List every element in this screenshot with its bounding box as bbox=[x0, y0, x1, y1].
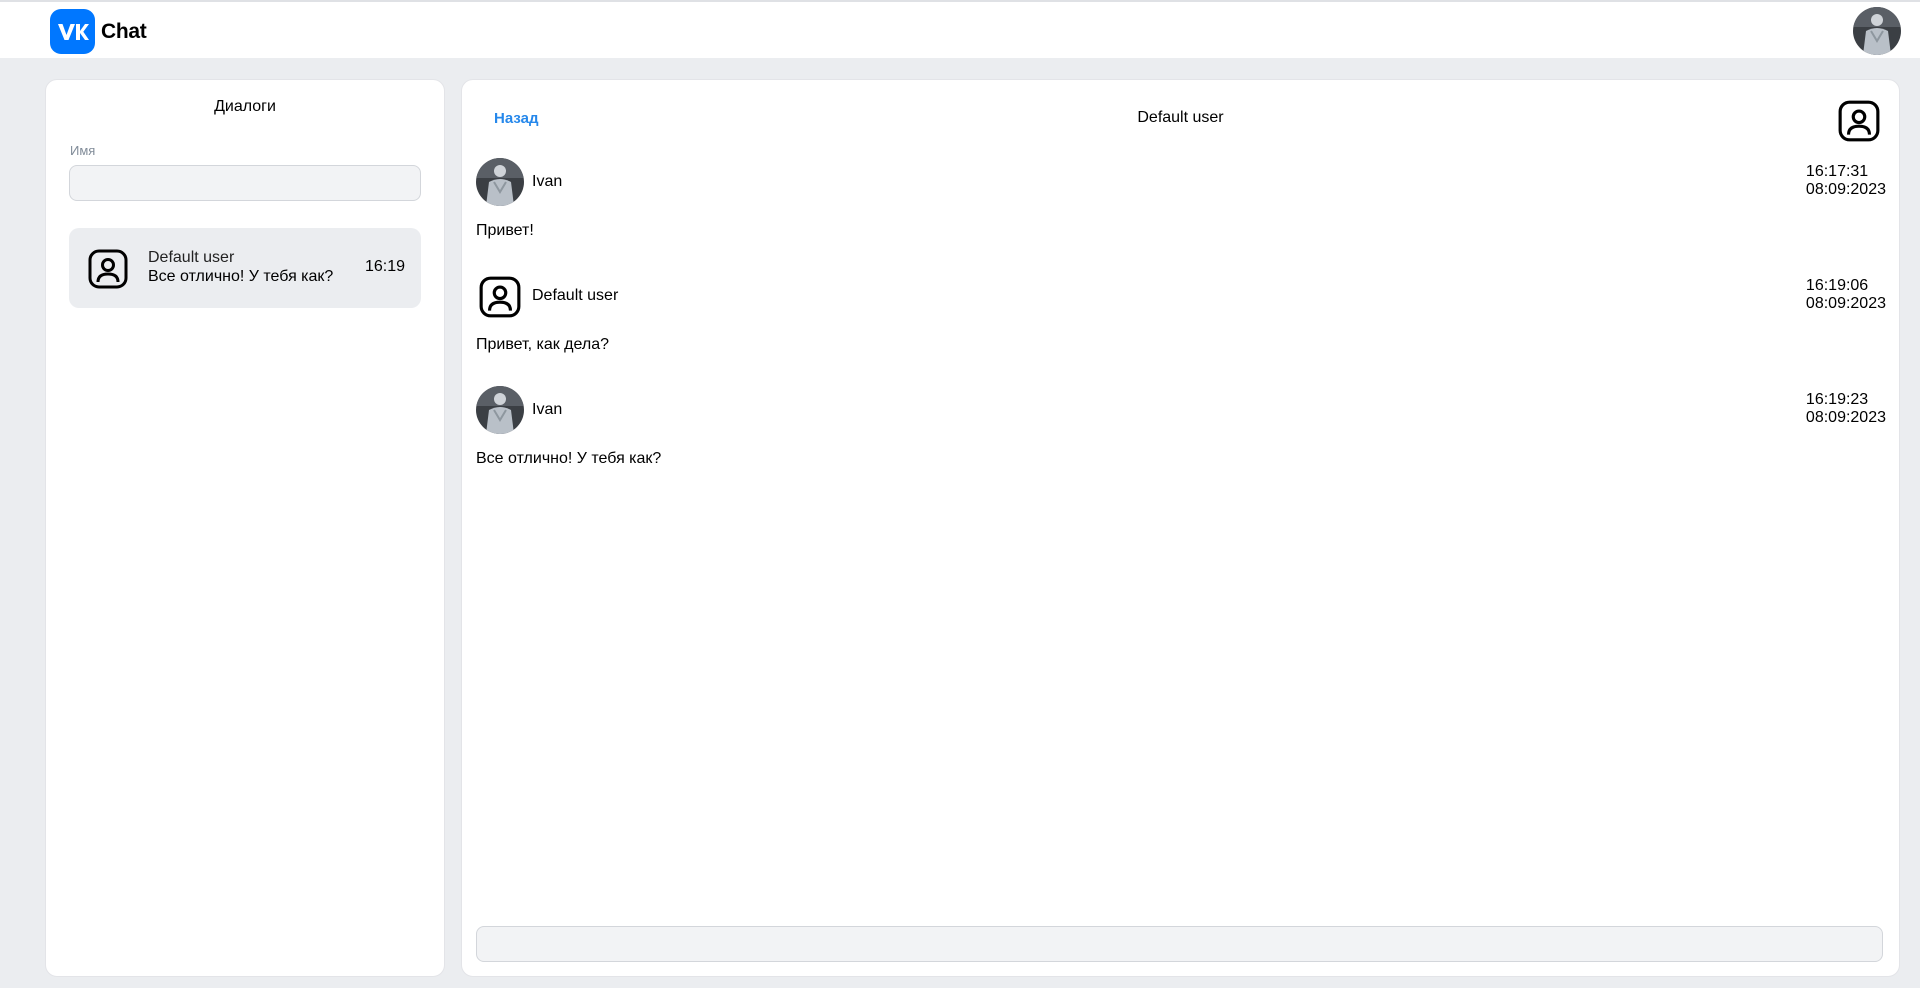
name-field-label: Имя bbox=[70, 143, 96, 158]
dialog-time: 16:19 bbox=[364, 258, 405, 275]
message-date: 08:09:2023 bbox=[1805, 295, 1886, 312]
top-bar: Chat bbox=[0, 0, 1920, 58]
message-date: 08:09:2023 bbox=[1805, 181, 1886, 198]
message-timestamp: 16:19:06 08:09:2023 bbox=[1806, 277, 1886, 313]
dialog-name: Default user bbox=[148, 249, 235, 266]
dialogs-panel: Диалоги Имя Default user Все отлично! У … bbox=[45, 79, 445, 977]
message-text: Привет! bbox=[476, 222, 534, 239]
dialogs-title: Диалоги bbox=[214, 98, 276, 115]
user-profile-icon[interactable] bbox=[478, 275, 522, 319]
message-author: Default user bbox=[532, 287, 619, 304]
user-profile-icon[interactable] bbox=[1837, 99, 1881, 143]
dialog-last-message: Все отлично! У тебя как? bbox=[148, 268, 334, 285]
author-avatar[interactable] bbox=[476, 386, 524, 434]
user-profile-icon bbox=[88, 249, 128, 289]
message-timestamp: 16:19:23 08:09:2023 bbox=[1806, 391, 1886, 427]
message-text: Привет, как дела? bbox=[476, 336, 609, 353]
message-item: Ivan 16:19:23 08:09:2023 Все отлично! У … bbox=[476, 386, 1886, 476]
message-item: Default user 16:19:06 08:09:2023 Привет,… bbox=[476, 272, 1886, 362]
message-input[interactable] bbox=[476, 926, 1883, 962]
message-time: 16:19:23 bbox=[1805, 391, 1869, 408]
message-text: Все отлично! У тебя как? bbox=[476, 450, 662, 467]
brand[interactable]: Chat bbox=[50, 9, 147, 54]
dialog-item[interactable]: Default user Все отлично! У тебя как? 16… bbox=[69, 228, 421, 308]
message-time: 16:17:31 bbox=[1805, 163, 1869, 180]
message-author: Ivan bbox=[532, 173, 563, 190]
vk-logo-icon bbox=[50, 9, 95, 54]
chat-title: Default user bbox=[1137, 109, 1224, 126]
message-time: 16:19:06 bbox=[1805, 277, 1869, 294]
name-search-input[interactable] bbox=[69, 165, 421, 201]
message-date: 08:09:2023 bbox=[1805, 409, 1886, 426]
message-timestamp: 16:17:31 08:09:2023 bbox=[1806, 163, 1886, 199]
message-author: Ivan bbox=[532, 401, 563, 418]
chat-panel: Назад Default user Ivan 16:17:31 08:09:2… bbox=[461, 79, 1900, 977]
message-item: Ivan 16:17:31 08:09:2023 Привет! bbox=[476, 158, 1886, 248]
user-avatar[interactable] bbox=[1853, 7, 1901, 55]
author-avatar[interactable] bbox=[476, 158, 524, 206]
brand-title: Chat bbox=[101, 19, 147, 43]
